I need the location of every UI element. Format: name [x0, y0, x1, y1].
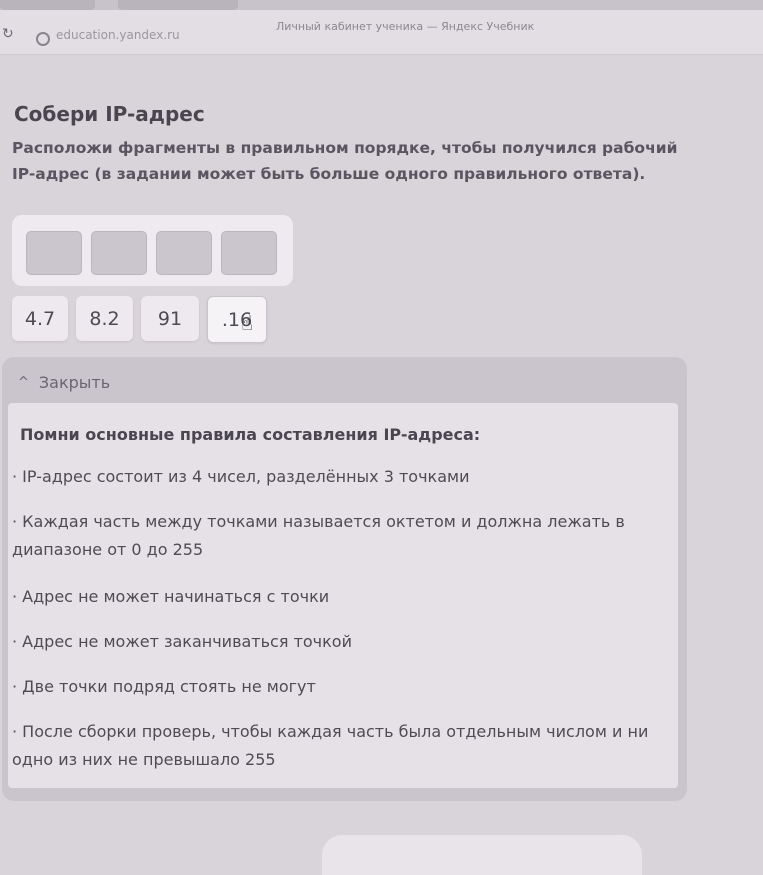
task-title: Собери IP-адрес	[14, 102, 205, 126]
hint-card: Помни основные правила составления IP-ад…	[8, 403, 678, 788]
site-icon	[36, 32, 50, 46]
fragment-chip[interactable]: 4.7	[12, 296, 68, 341]
answer-slot-4[interactable]	[221, 231, 277, 275]
rule-item: · Адрес не может заканчиваться точкой	[12, 632, 352, 651]
chevron-up-icon: ^	[18, 375, 29, 390]
hint-heading: Помни основные правила составления IP-ад…	[20, 425, 481, 444]
hint-panel: ^ Закрыть Помни основные правила составл…	[2, 357, 687, 801]
hand-cursor-icon: ☝	[241, 311, 254, 335]
address-bar[interactable]: ↻ education.yandex.ru Личный кабинет уче…	[0, 10, 763, 55]
rule-item: · Адрес не может начинаться с точки	[12, 587, 330, 606]
window-title: Личный кабинет ученика — Яндекс Учебник	[276, 20, 535, 33]
task-description: Расположи фрагменты в правильном порядке…	[12, 139, 678, 183]
rule-item: · IP-адрес состоит из 4 чисел, разделённ…	[12, 467, 470, 486]
browser-tab[interactable]	[118, 0, 238, 10]
answer-slot-1[interactable]	[26, 231, 82, 275]
answer-slot-3[interactable]	[156, 231, 212, 275]
fragment-chip-hovered[interactable]: .16	[207, 296, 267, 343]
rule-item: · После сборки проверь, чтобы каждая час…	[12, 722, 649, 769]
fragment-chip[interactable]: 91	[141, 296, 199, 341]
answer-slots	[12, 215, 293, 286]
rule-item: · Две точки подряд стоять не могут	[12, 677, 316, 696]
answer-slot-2[interactable]	[91, 231, 147, 275]
page-content: Собери IP-адрес Расположи фрагменты в пр…	[0, 55, 763, 875]
hint-close-label: Закрыть	[38, 373, 111, 392]
url-text[interactable]: education.yandex.ru	[56, 28, 180, 42]
bottom-action-button[interactable]	[322, 835, 642, 875]
browser-tab-strip	[0, 0, 763, 10]
hint-close-button[interactable]: ^ Закрыть	[18, 373, 110, 392]
fragment-chip[interactable]: 8.2	[76, 296, 133, 341]
browser-tab[interactable]	[0, 0, 95, 10]
rule-item: · Каждая часть между точками называется …	[12, 512, 625, 559]
back-arrow-icon[interactable]: ↻	[2, 26, 14, 42]
